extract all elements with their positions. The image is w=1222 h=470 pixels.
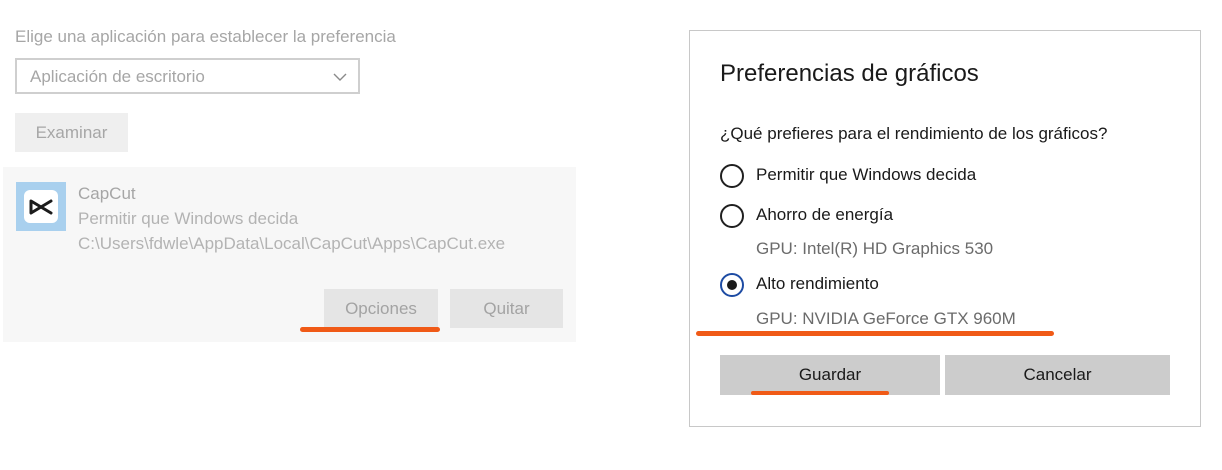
- graphics-preferences-dialog: Preferencias de gráficos ¿Qué prefieres …: [689, 30, 1201, 427]
- high-performance-gpu: GPU: NVIDIA GeForce GTX 960M: [756, 309, 1016, 328]
- app-name: CapCut: [78, 184, 136, 203]
- options-button[interactable]: Opciones: [324, 289, 438, 328]
- cancel-button[interactable]: Cancelar: [945, 355, 1170, 395]
- dialog-question: ¿Qué prefieres para el rendimiento de lo…: [720, 124, 1108, 143]
- radio-label: Ahorro de energía: [756, 205, 894, 224]
- remove-button[interactable]: Quitar: [450, 289, 563, 328]
- radio-button[interactable]: [720, 164, 744, 188]
- app-path: C:\Users\fdwle\AppData\Local\CapCut\Apps…: [78, 234, 506, 253]
- power-saving-gpu: GPU: Intel(R) HD Graphics 530: [756, 239, 994, 258]
- choose-app-label: Elige una aplicación para establecer la …: [15, 27, 396, 46]
- save-highlight-underline: [751, 391, 889, 395]
- app-preference: Permitir que Windows decida: [78, 209, 299, 228]
- chevron-down-icon: [333, 73, 347, 81]
- options-highlight-underline: [300, 327, 440, 332]
- radio-button[interactable]: [720, 204, 744, 228]
- radio-label: Alto rendimiento: [756, 274, 879, 293]
- dialog-title: Preferencias de gráficos: [720, 60, 979, 87]
- browse-button[interactable]: Examinar: [15, 113, 128, 152]
- gpu-highlight-underline: [696, 331, 1054, 336]
- capcut-app-icon: [16, 182, 66, 231]
- app-type-select-value: Aplicación de escritorio: [30, 67, 205, 86]
- app-type-select[interactable]: Aplicación de escritorio: [15, 58, 360, 94]
- app-entry-card[interactable]: CapCut Permitir que Windows decida C:\Us…: [3, 167, 576, 342]
- radio-button-selected[interactable]: [720, 273, 744, 297]
- radio-label: Permitir que Windows decida: [756, 165, 977, 184]
- save-button[interactable]: Guardar: [720, 355, 940, 395]
